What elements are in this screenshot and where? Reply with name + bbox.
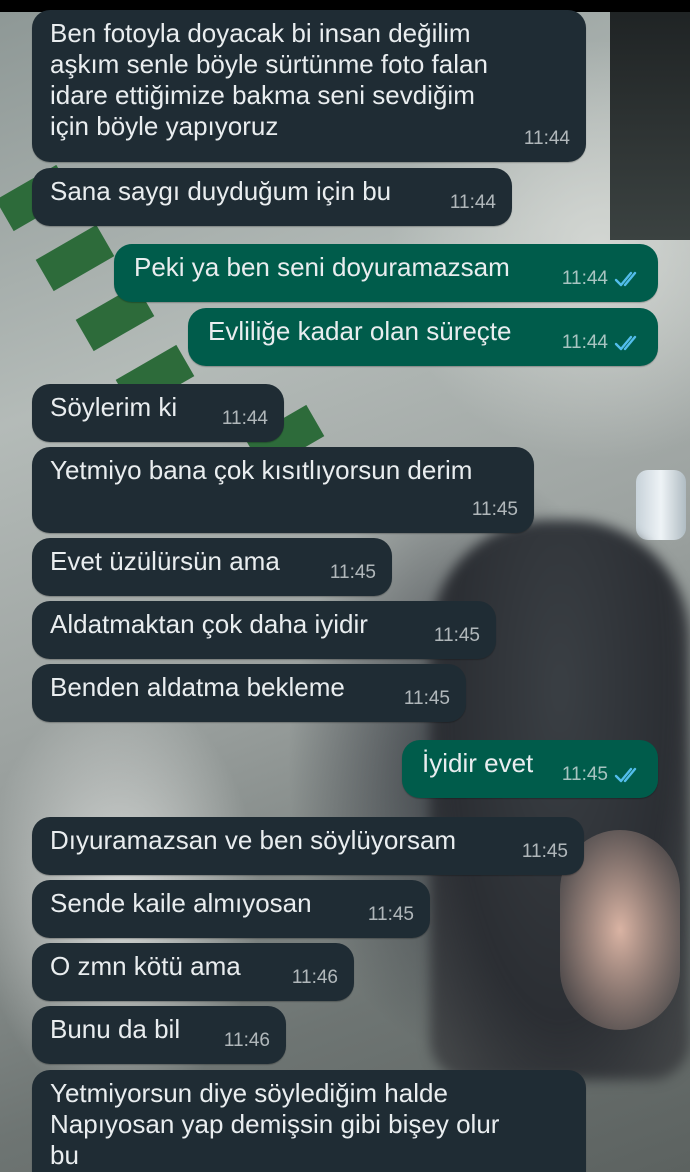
message-meta: 11:44 [562,327,642,358]
message-meta: 11:45 [522,836,568,867]
message-time: 11:44 [221,408,268,429]
message-incoming[interactable]: Dıyuramazsan ve ben söylüyorsam 11:45 [32,817,584,875]
message-incoming[interactable]: Benden aldatma bekleme 11:45 [32,664,466,722]
message-incoming[interactable]: Yetmiyo bana çok kısıtlıyorsun derim 11:… [32,447,534,533]
message-text: Ben fotoyla doyacak bi insan değilim aşk… [50,18,488,141]
message-text: Sana saygı duyduğum için bu [50,176,392,206]
message-time: 11:46 [291,967,338,988]
message-meta: 11:45 [562,759,642,790]
message-incoming[interactable]: Ben fotoyla doyacak bi insan değilim aşk… [32,10,586,162]
message-time: 11:44 [561,332,608,353]
wallpaper-bottle [636,470,686,540]
message-time: 11:45 [561,764,608,785]
message-incoming[interactable]: Yetmiyorsun diye söylediğim halde Napıyo… [32,1070,586,1172]
message-time: 11:44 [523,128,570,149]
message-meta: 11:45 [472,494,518,525]
read-ticks-icon [614,335,637,350]
message-text: Sende kaile almıyosan [50,888,312,918]
message-text: Evet üzülürsün ama [50,546,280,576]
read-ticks-icon [614,271,637,286]
message-text: Aldatmaktan çok daha iyidir [50,609,368,639]
message-incoming[interactable]: Bunu da bil 11:46 [32,1006,286,1064]
message-time: 11:45 [521,841,568,862]
message-incoming[interactable]: Sende kaile almıyosan 11:45 [32,880,430,938]
message-meta: 11:45 [368,899,414,930]
message-outgoing[interactable]: İyidir evet 11:45 [402,740,658,798]
message-meta: 11:45 [434,620,480,651]
message-meta: 11:44 [524,123,570,154]
message-text: Benden aldatma bekleme [50,672,345,702]
message-time: 11:46 [223,1030,270,1051]
message-time: 11:45 [403,688,450,709]
message-time: 11:44 [449,192,496,213]
message-meta: 11:44 [222,403,268,434]
wallpaper-dark-wall [610,0,690,240]
message-text: Yetmiyo bana çok kısıtlıyorsun derim [50,455,473,485]
message-text: Dıyuramazsan ve ben söylüyorsam [50,825,457,855]
message-meta: 11:46 [292,962,338,993]
message-incoming[interactable]: Evet üzülürsün ama 11:45 [32,538,392,596]
message-outgoing[interactable]: Peki ya ben seni doyuramazsam 11:44 [114,244,658,302]
read-ticks-icon [614,767,637,782]
message-meta: 11:44 [562,263,642,294]
message-time: 11:45 [367,904,414,925]
message-incoming[interactable]: Sana saygı duyduğum için bu 11:44 [32,168,512,226]
message-incoming[interactable]: O zmn kötü ama 11:46 [32,943,354,1001]
message-outgoing[interactable]: Evliliğe kadar olan süreçte 11:44 [188,308,658,366]
message-meta: 11:46 [224,1025,270,1056]
message-incoming[interactable]: Söylerim ki 11:44 [32,384,284,442]
message-time: 11:45 [329,562,376,583]
message-text: Yetmiyorsun diye söylediğim halde Napıyo… [50,1078,500,1170]
message-meta: 11:44 [450,187,496,218]
message-meta: 11:45 [404,683,450,714]
message-incoming[interactable]: Aldatmaktan çok daha iyidir 11:45 [32,601,496,659]
message-meta: 11:45 [330,557,376,588]
message-time: 11:45 [433,625,480,646]
message-time: 11:44 [561,268,608,289]
wallpaper-stripe [35,224,115,292]
message-time: 11:45 [471,499,518,520]
